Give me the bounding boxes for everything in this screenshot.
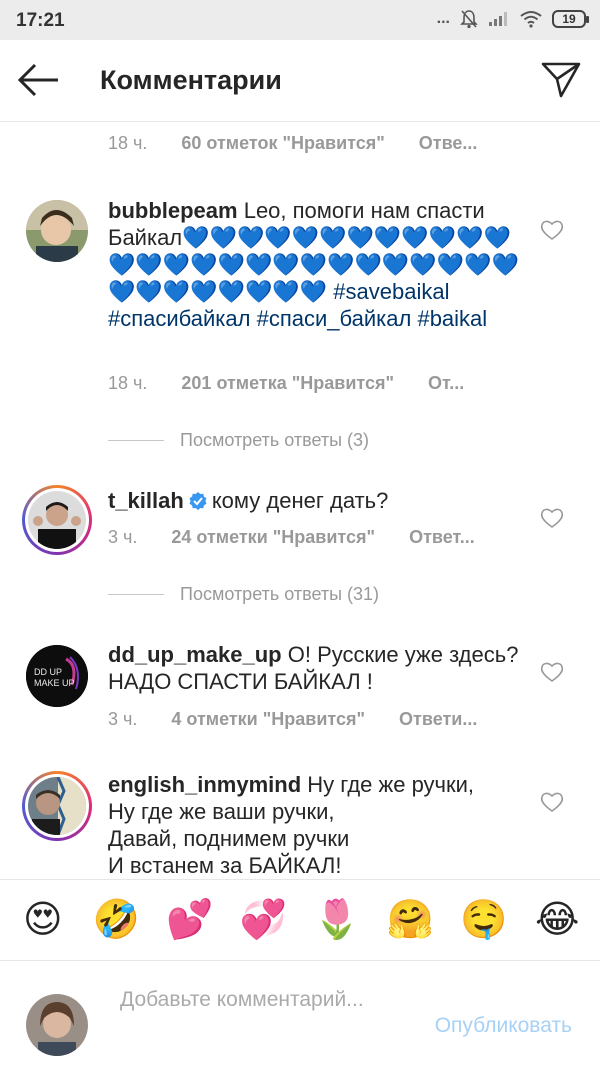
comment-username[interactable]: dd_up_make_up [108, 642, 282, 667]
revolving-hearts-emoji-button[interactable]: 💞 [233, 901, 293, 939]
verified-badge-icon [189, 492, 207, 510]
page-title: Комментарии [100, 65, 282, 95]
likes-count-link[interactable]: 4 отметки "Нравится" [171, 709, 365, 730]
avatar [28, 491, 86, 549]
comment-text-line: И встанем за БАЙКАЛ! [108, 853, 342, 878]
likes-count-link[interactable]: 201 отметка "Нравится" [181, 373, 394, 394]
reply-button[interactable]: Отве... [419, 133, 478, 154]
comment-time: 18 ч. [108, 133, 148, 153]
comment-composer: Добавьте комментарий... Опубликовать [0, 962, 600, 1066]
mute-bell-icon [460, 10, 478, 29]
hashtag-link[interactable]: #baikal [417, 306, 487, 331]
comment-meta: 18 ч. 201 отметка "Нравится" От... [108, 373, 464, 394]
hashtag-link[interactable]: #спаси_байкал [257, 306, 412, 331]
comment-text-line: Ну где же ручки, [307, 772, 475, 797]
comment-input[interactable]: Добавьте комментарий... [120, 986, 370, 1014]
app-header: Комментарии [0, 40, 600, 122]
view-replies-label: Посмотреть ответы (31) [180, 584, 380, 604]
wifi-icon [520, 11, 542, 28]
avatar [28, 777, 86, 835]
comment-text: кому денег дать? [211, 488, 389, 513]
comment-time: 18 ч. [108, 373, 148, 393]
tears-of-joy-emoji-button[interactable]: 😂 [527, 901, 587, 939]
hugging-emoji-button[interactable]: 🤗 [380, 901, 440, 939]
comment-body: t_killah кому денег дать? [108, 487, 528, 514]
heart-icon[interactable] [540, 219, 564, 241]
replies-divider [108, 594, 164, 595]
avatar-photo [28, 777, 86, 835]
comment-username[interactable]: english_inmymind [108, 772, 301, 797]
comment-body: dd_up_make_up О! Русские уже здесь? НАДО… [108, 641, 528, 695]
svg-text:MAKE UP: MAKE UP [34, 678, 75, 688]
comment-text-line: Давай, поднимем ручки [108, 826, 350, 851]
avatar-photo: DD UP MAKE UP [26, 645, 88, 707]
comment-meta: 3 ч. 24 отметки "Нравится" Ответ... [108, 527, 475, 548]
tulip-emoji-button[interactable]: 🌷 [307, 901, 367, 939]
status-icons: ... 19 [436, 9, 589, 29]
reply-button[interactable]: Ответи... [399, 709, 477, 730]
replies-divider [108, 440, 164, 441]
current-user-avatar [26, 994, 88, 1056]
status-bar: 17:21 ... 19 [0, 0, 600, 40]
emoji-quick-bar: 😍 🤣 💕 💞 🌷 🤗 🤤 😂 [0, 879, 600, 961]
avatar-photo [26, 200, 88, 262]
hashtag-link[interactable]: #savebaikal [333, 279, 449, 304]
comment-body: bubblepeam Leo, помоги нам спасти Байкал… [108, 197, 528, 332]
avatar-story-ring[interactable] [22, 771, 92, 841]
publish-button[interactable]: Опубликовать [435, 1014, 572, 1038]
two-hearts-emoji-button[interactable]: 💕 [160, 901, 220, 939]
comment-meta: 3 ч. 4 отметки "Нравится" Ответи... [108, 709, 477, 730]
direct-send-icon[interactable] [540, 60, 582, 100]
status-time: 17:21 [16, 10, 65, 31]
avatar-story-ring[interactable] [22, 485, 92, 555]
likes-count-link[interactable]: 60 отметок "Нравится" [181, 133, 384, 154]
back-arrow-icon[interactable] [16, 60, 62, 100]
comment-text-line: Ну где же ваши ручки, [108, 799, 335, 824]
reply-button[interactable]: От... [428, 373, 464, 394]
avatar[interactable] [26, 200, 88, 262]
heart-icon[interactable] [540, 661, 564, 683]
comment-meta: 18 ч. 60 отметок "Нравится" Отве... [108, 133, 477, 154]
battery-level: 19 [562, 12, 576, 26]
heart-eyes-emoji-button[interactable]: 😍 [13, 901, 73, 939]
notification-dots-icon: ... [436, 10, 450, 27]
avatar-photo [28, 491, 86, 549]
comments-list[interactable]: 18 ч. 60 отметок "Нравится" Отве... bubb… [0, 123, 600, 880]
reply-button[interactable]: Ответ... [409, 527, 475, 548]
comment-username[interactable]: bubblepeam [108, 198, 238, 223]
rofl-emoji-button[interactable]: 🤣 [86, 901, 146, 939]
battery-icon: 19 [552, 10, 589, 28]
view-replies-label: Посмотреть ответы (3) [180, 430, 370, 450]
heart-icon[interactable] [540, 791, 564, 813]
view-replies-link[interactable]: Посмотреть ответы (31) [108, 584, 379, 605]
svg-text:DD UP: DD UP [34, 667, 62, 677]
likes-count-link[interactable]: 24 отметки "Нравится" [171, 527, 375, 548]
heart-icon[interactable] [540, 507, 564, 529]
drooling-emoji-button[interactable]: 🤤 [454, 901, 514, 939]
comment-time: 3 ч. [108, 709, 138, 729]
signal-icon [489, 12, 507, 26]
avatar[interactable]: DD UP MAKE UP [26, 645, 88, 707]
view-replies-link[interactable]: Посмотреть ответы (3) [108, 430, 369, 451]
avatar-photo [26, 994, 88, 1056]
comment-time: 3 ч. [108, 527, 138, 547]
comment-body: english_inmymind Ну где же ручки, Ну где… [108, 771, 528, 879]
comment-username[interactable]: t_killah [108, 488, 184, 513]
hashtag-link[interactable]: #спасибайкал [108, 306, 250, 331]
